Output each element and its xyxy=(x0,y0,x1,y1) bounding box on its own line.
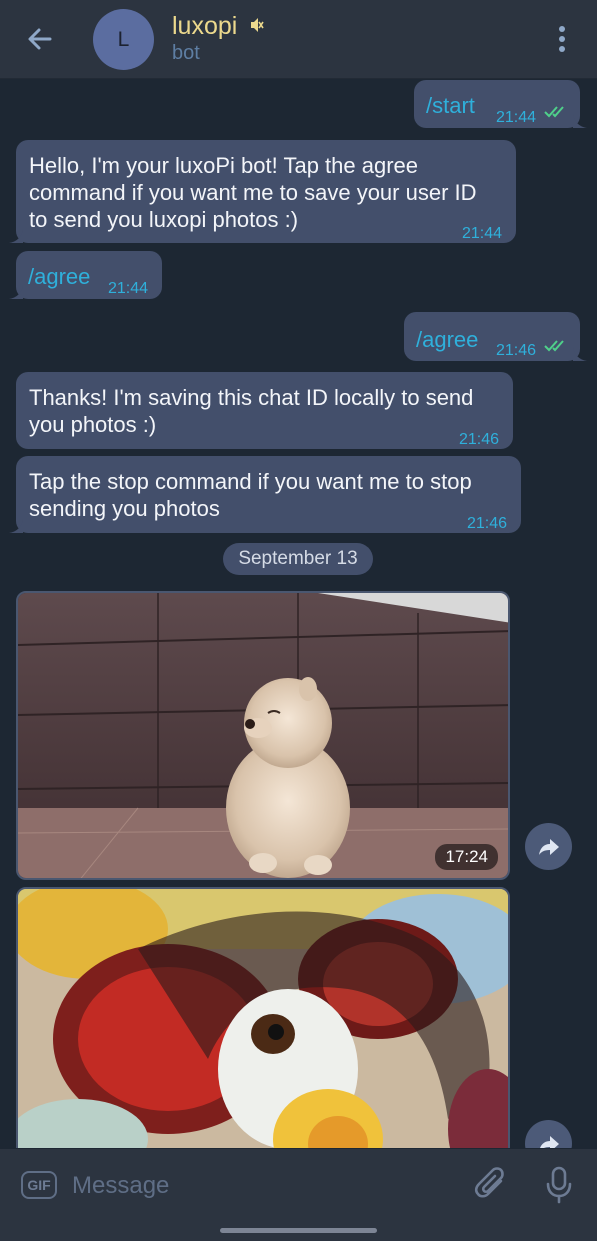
system-nav-bar xyxy=(0,1221,597,1241)
microphone-icon[interactable] xyxy=(543,1165,575,1205)
chat-title[interactable]: luxopi xyxy=(172,12,237,41)
message-time: 21:46 xyxy=(496,342,537,359)
bubble-tail xyxy=(573,347,587,361)
chat-subtitle: bot xyxy=(172,42,200,64)
message-text-line: command if you want me to save your user… xyxy=(29,180,477,205)
photo-time: 17:24 xyxy=(435,844,498,870)
bubble-tail xyxy=(573,114,587,128)
message-text-line: you photos :) xyxy=(29,412,157,437)
forward-button[interactable] xyxy=(525,1120,572,1148)
paperclip-icon[interactable] xyxy=(474,1166,510,1204)
photo-message[interactable] xyxy=(16,887,510,1148)
message-list[interactable]: /start 21:44 Hello, I'm your luxoPi bot!… xyxy=(0,80,597,1148)
outgoing-message[interactable]: /start 21:44 xyxy=(414,80,587,128)
forward-icon xyxy=(539,1135,559,1148)
incoming-message[interactable]: /agree 21:44 xyxy=(9,251,162,299)
message-input[interactable] xyxy=(72,1169,462,1203)
message-time: 21:46 xyxy=(467,515,508,532)
more-vert-icon[interactable] xyxy=(555,25,569,53)
outgoing-message[interactable]: /agree 21:46 xyxy=(404,312,587,361)
message-text-line: Thanks! I'm saving this chat ID locally … xyxy=(29,385,474,410)
bubble-tail xyxy=(9,285,23,299)
composer-bar: GIF xyxy=(0,1149,597,1221)
double-check-icon xyxy=(544,106,564,118)
bubble-tail xyxy=(9,229,23,243)
chat-header: L luxopi bot xyxy=(0,0,597,79)
avatar[interactable]: L xyxy=(93,9,154,70)
pomeranian-dog-photo xyxy=(18,593,508,878)
double-check-icon xyxy=(544,340,564,352)
message-time: 21:44 xyxy=(496,109,537,126)
incoming-message[interactable]: Thanks! I'm saving this chat ID locally … xyxy=(16,372,513,449)
muted-speaker-icon xyxy=(251,18,264,32)
message-time: 21:44 xyxy=(462,225,503,242)
incoming-message[interactable]: Hello, I'm your luxoPi bot! Tap the agre… xyxy=(9,140,516,243)
message-time: 21:44 xyxy=(108,280,149,297)
stylized-painting-photo xyxy=(18,889,508,1148)
command-link[interactable]: /agree xyxy=(28,263,90,290)
message-text-line: sending you photos xyxy=(29,496,220,521)
message-text-line: Tap the stop command if you want me to s… xyxy=(29,469,472,494)
message-text-line: Hello, I'm your luxoPi bot! Tap the agre… xyxy=(29,153,419,178)
command-link[interactable]: /start xyxy=(426,92,475,119)
photo-message[interactable]: 17:24 xyxy=(16,591,510,880)
command-link[interactable]: /agree xyxy=(416,326,478,353)
message-text-line: to send you luxopi photos :) xyxy=(29,207,299,232)
date-separator: September 13 xyxy=(223,543,373,575)
forward-icon xyxy=(538,838,559,855)
message-time: 21:46 xyxy=(459,431,500,448)
bubble-tail xyxy=(9,519,23,533)
incoming-message[interactable]: Tap the stop command if you want me to s… xyxy=(9,456,521,533)
home-indicator[interactable] xyxy=(220,1228,377,1233)
forward-button[interactable] xyxy=(525,823,572,870)
gif-icon[interactable]: GIF xyxy=(21,1171,57,1199)
back-arrow-icon[interactable] xyxy=(24,23,56,55)
